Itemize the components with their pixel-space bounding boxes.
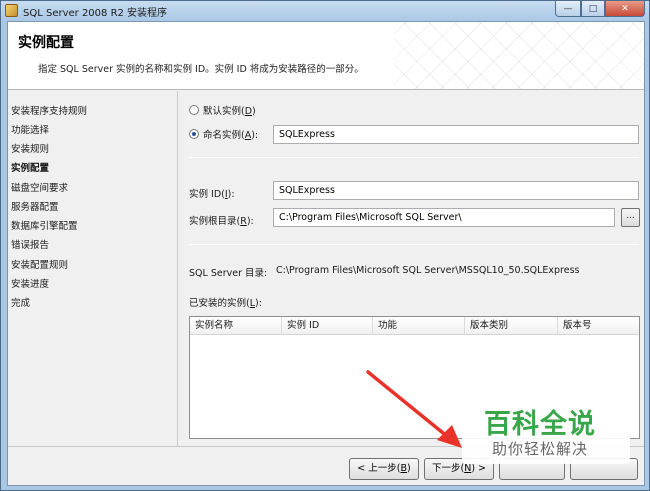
column-header-version[interactable]: 版本号 — [558, 317, 639, 335]
instance-id-label: 实例 ID(I): — [189, 189, 235, 200]
column-header-edition[interactable]: 版本类别 — [465, 317, 558, 335]
title-bar[interactable]: SQL Server 2008 R2 安装程序 — □ ✕ — [1, 1, 649, 21]
app-icon — [5, 4, 18, 17]
browse-button[interactable]: ... — [621, 208, 640, 227]
named-instance-radio[interactable] — [189, 129, 199, 139]
nav-item-error-reporting[interactable]: 错误报告 — [11, 237, 49, 251]
default-instance-label[interactable]: 默认实例(D) — [203, 103, 256, 117]
page-title: 实例配置 — [18, 35, 74, 51]
column-header-features[interactable]: 功能 — [373, 317, 465, 335]
nav-item-setup-support-rules[interactable]: 安装程序支持规则 — [11, 103, 87, 117]
column-header-instance-name[interactable]: 实例名称 — [190, 317, 282, 335]
sql-dir-value: C:\Program Files\Microsoft SQL Server\MS… — [276, 265, 580, 276]
minimize-button[interactable]: — — [555, 1, 581, 17]
instance-id-input[interactable]: SQLExpress — [273, 181, 639, 200]
column-header-instance-id[interactable]: 实例 ID — [282, 317, 373, 335]
nav-item-installation-rules[interactable]: 安装规则 — [11, 141, 49, 155]
sql-dir-label: SQL Server 目录: — [189, 268, 268, 279]
nav-item-server-configuration[interactable]: 服务器配置 — [11, 199, 59, 213]
table-header: 实例名称 实例 ID 功能 版本类别 版本号 — [190, 317, 639, 335]
instance-root-input[interactable]: C:\Program Files\Microsoft SQL Server\ — [273, 208, 615, 227]
named-instance-input[interactable]: SQLExpress — [273, 125, 639, 144]
window-title: SQL Server 2008 R2 安装程序 — [23, 8, 168, 19]
named-instance-label[interactable]: 命名实例(A): — [203, 127, 258, 141]
watermark-logo: 百科全说 助你轻松解决 — [462, 398, 630, 464]
nav-item-feature-selection[interactable]: 功能选择 — [11, 122, 49, 136]
nav-item-progress[interactable]: 安装进度 — [11, 276, 49, 290]
instance-config-panel: 默认实例(D) 命名实例(A): SQLExpress 实例 ID(I): SQ… — [179, 91, 644, 446]
nav-item-disk-space[interactable]: 磁盘空间要求 — [11, 180, 68, 194]
watermark-subtitle: 助你轻松解决 — [492, 440, 589, 458]
nav-item-config-rules[interactable]: 安装配置规则 — [11, 257, 68, 271]
instance-root-label: 实例根目录(R): — [189, 216, 254, 227]
nav-item-database-engine[interactable]: 数据库引擎配置 — [11, 218, 78, 232]
header-decoration — [394, 22, 644, 89]
page-header: 实例配置 指定 SQL Server 实例的名称和实例 ID。实例 ID 将成为… — [8, 22, 644, 90]
maximize-button[interactable]: □ — [581, 1, 605, 17]
step-navigation: 安装程序支持规则 功能选择 安装规则 实例配置 磁盘空间要求 服务器配置 数据库… — [8, 91, 178, 446]
nav-item-instance-configuration[interactable]: 实例配置 — [11, 160, 49, 174]
page-description: 指定 SQL Server 实例的名称和实例 ID。实例 ID 将成为安装路径的… — [38, 64, 364, 75]
default-instance-radio[interactable] — [189, 105, 199, 115]
window-controls: — □ ✕ — [555, 1, 645, 17]
separator — [189, 244, 639, 245]
watermark-title: 百科全说 — [484, 409, 596, 440]
back-button[interactable]: < 上一步(B) — [349, 458, 419, 480]
installed-instances-label: 已安装的实例(L): — [189, 298, 262, 309]
separator — [189, 157, 639, 158]
nav-item-complete[interactable]: 完成 — [11, 295, 30, 309]
close-button[interactable]: ✕ — [605, 1, 645, 17]
